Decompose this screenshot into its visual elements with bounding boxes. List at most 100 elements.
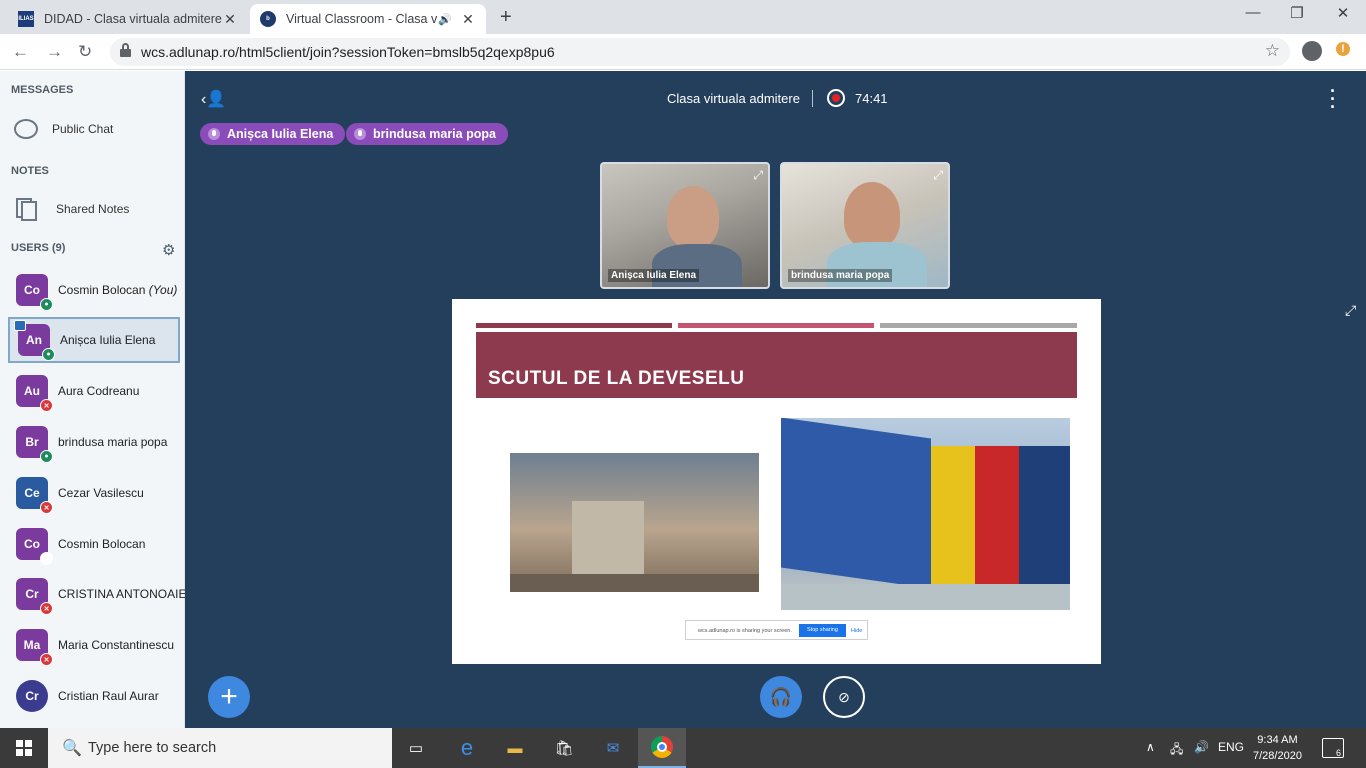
share-message: wcs.adlunap.ro is sharing your screen. [698,628,792,634]
bigbluebutton-favicon-icon: b [260,11,276,27]
recording-timer: 74:41 [855,91,888,106]
notes-icon [14,196,42,222]
avatar: Br ● [16,426,53,463]
user-list-item[interactable]: Ce ✕ Cezar Vasilescu [8,470,180,516]
user-list-item[interactable]: Ma ✕ Maria Constantinescu [8,622,180,668]
user-list-item[interactable]: An ● Anișca Iulia Elena [8,317,180,363]
audio-playing-icon[interactable]: 🔊 [438,13,452,26]
profile-avatar-icon[interactable] [1302,41,1322,61]
microphone-icon [354,128,366,140]
user-name: CRISTINA ANTONOAIE [58,587,187,601]
slide-accent-bar [880,323,1077,328]
taskbar-search-input[interactable]: 🔍 Type here to search [48,728,392,768]
video-participant-name: Anișca Iulia Elena [608,269,700,282]
divider [812,90,813,107]
notifications-icon[interactable]: 6 [1322,738,1344,758]
minimize-icon[interactable]: — [1230,4,1276,21]
user-name: Cezar Vasilescu [58,486,144,500]
slide-title: SCUTUL DE LA DEVESELU [488,368,745,389]
network-icon[interactable]: 🖧 [1170,740,1183,761]
expand-icon[interactable]: ⤢ [753,168,763,183]
store-icon[interactable]: 🛍 [552,736,576,760]
talker-name: brindusa maria popa [373,127,496,141]
hide-button[interactable]: Hide [851,628,862,634]
close-tab-icon[interactable]: ✕ [222,11,238,28]
avatar: Cr ✕ [16,578,53,615]
stop-sharing-button[interactable]: Stop sharing [799,624,846,637]
fullscreen-icon[interactable]: ⤢ [1345,302,1356,319]
options-menu-icon[interactable]: · · · [1330,82,1336,116]
task-view-icon[interactable]: ▭ [404,736,428,760]
headphones-audio-button[interactable]: 🎧 [760,676,802,718]
microphone-icon: ● [42,348,55,361]
user-list-item[interactable]: Br ● brindusa maria popa [8,419,180,465]
chrome-taskbar-item[interactable] [638,728,686,768]
search-icon: 🔍 [62,740,82,757]
participant-image [667,186,719,248]
talking-indicator[interactable]: brindusa maria popa [346,123,508,145]
slide-accent-bar [476,323,672,328]
url-text[interactable]: wcs.adlunap.ro/html5client/join?sessionT… [141,44,555,60]
recording-icon[interactable] [827,89,845,107]
new-tab-icon[interactable]: + [500,6,512,29]
user-name: Maria Constantinescu [58,638,175,652]
bookmark-star-icon[interactable]: ☆ [1265,41,1280,61]
windows-start-icon[interactable] [16,740,32,756]
user-list-item[interactable]: Cr Cristian Raul Aurar [8,673,180,719]
language-indicator[interactable]: ENG [1218,740,1244,754]
shared-notes-label: Shared Notes [56,202,130,216]
chrome-icon [651,736,673,758]
shared-notes-link[interactable]: Shared Notes [14,193,174,225]
windows-taskbar: 🔍 Type here to search ▭ e ▬ 🛍 ✉ ∧ 🖧 🔊 EN… [0,728,1366,768]
public-chat-label: Public Chat [52,122,114,136]
file-explorer-icon[interactable]: ▬ [503,736,527,760]
public-chat-link[interactable]: Public Chat [14,113,174,145]
expand-icon[interactable]: ⤢ [933,168,943,183]
back-arrow-icon[interactable]: ← [12,42,29,62]
talking-indicator[interactable]: Anișca Iulia Elena [200,123,346,145]
user-list-item[interactable]: Co ● Cosmin Bolocan (You) [8,267,180,313]
gear-icon[interactable]: ⚙ [162,241,175,259]
slide-accent-bar [678,323,874,328]
user-list-item[interactable]: Co Cosmin Bolocan [8,521,180,567]
restore-icon[interactable]: ❐ [1274,4,1320,22]
user-name: Cosmin Bolocan [58,537,146,551]
tab-title: Virtual Classroom - Clasa virt [286,12,439,26]
microphone-icon [208,128,220,140]
volume-icon[interactable]: 🔊 [1194,740,1209,754]
actions-plus-button[interactable]: + [208,676,250,718]
forward-arrow-icon[interactable]: → [46,42,63,62]
webcam-video[interactable]: ⤢ Anișca Iulia Elena [600,162,770,289]
camera-off-button[interactable]: ⊘ [823,676,865,718]
messages-heading: MESSAGES [11,84,74,96]
system-clock[interactable]: 9:34 AM 7/28/2020 [1253,732,1302,764]
webcam-video[interactable]: ⤢ brindusa maria popa [780,162,950,289]
reload-icon[interactable]: ↻ [78,42,92,62]
avatar: An ● [14,320,55,361]
user-name: brindusa maria popa [58,435,168,449]
microphone-icon: ● [40,298,53,311]
edge-browser-icon[interactable]: e [455,735,479,760]
address-bar[interactable]: wcs.adlunap.ro/html5client/join?sessionT… [110,38,1290,66]
toggle-userlist-icon[interactable]: ‹👤 [201,89,226,109]
muted-microphone-icon: ✕ [40,653,53,666]
user-list-item[interactable]: Cr ✕ CRISTINA ANTONOAIE [8,571,186,617]
close-window-icon[interactable]: ✕ [1320,4,1366,22]
browser-tab-didad[interactable]: ILIAS DIDAD - Clasa virtuala admitere ✕ [8,4,248,34]
update-menu-icon[interactable]: ! [1336,42,1350,56]
browser-tab-virtual-classroom[interactable]: b Virtual Classroom - Clasa virt 🔊 ✕ [250,4,486,34]
user-name: Cosmin Bolocan (You) [58,283,178,297]
notes-heading: NOTES [11,165,49,177]
user-name: Cristian Raul Aurar [58,689,159,703]
sidebar: MESSAGES Public Chat NOTES Shared Notes … [0,71,186,728]
show-hidden-icons-icon[interactable]: ∧ [1146,740,1155,754]
user-list-item[interactable]: Au ✕ Aura Codreanu [8,368,180,414]
you-suffix: (You) [148,283,178,297]
avatar: Co [16,528,53,565]
chat-bubble-icon [14,119,38,139]
search-placeholder: Type here to search [88,740,217,756]
close-tab-icon[interactable]: ✕ [460,11,476,28]
ilias-favicon-icon: ILIAS [18,11,34,27]
main-presentation-area: ‹👤 Clasa virtuala admitere 74:41 · · · Ani… [185,71,1366,728]
mail-icon[interactable]: ✉ [601,736,625,760]
